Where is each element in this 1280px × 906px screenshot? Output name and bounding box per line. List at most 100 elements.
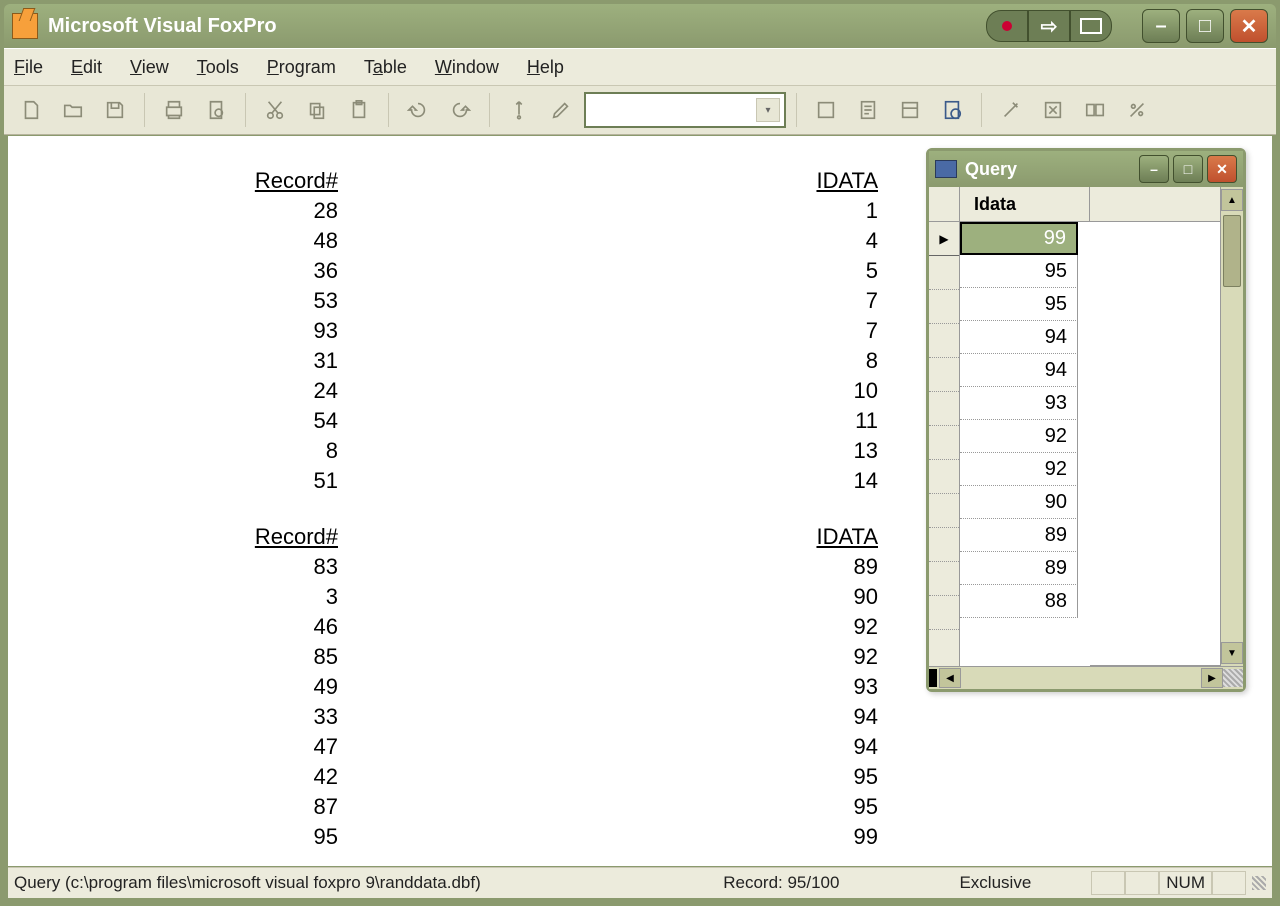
main-window: Microsoft Visual FoxPro ⇨ – □ ✕ File Edi…	[0, 0, 1280, 906]
cut-button[interactable]	[256, 91, 294, 129]
grid-cell[interactable]: 88	[960, 585, 1078, 618]
autoreport-button[interactable]	[933, 91, 971, 129]
scroll-up-icon[interactable]: ▲	[1221, 189, 1243, 211]
grid-empty-area	[1090, 187, 1220, 666]
open-button[interactable]	[54, 91, 92, 129]
title-decoration: ⇨	[986, 10, 1112, 42]
statusbar-grip-icon[interactable]	[1252, 876, 1266, 890]
scroll-left-icon[interactable]: ◀	[939, 668, 961, 688]
column-header-idata[interactable]: Idata	[960, 187, 1090, 222]
new-button[interactable]	[12, 91, 50, 129]
modify-button[interactable]	[542, 91, 580, 129]
status-cell-3	[1212, 871, 1246, 895]
close-button[interactable]: ✕	[1230, 9, 1268, 43]
menubar: File Edit View Tools Program Table Windo…	[4, 48, 1276, 86]
grid-cell[interactable]: 99	[960, 222, 1078, 255]
grid-cell[interactable]: 94	[960, 354, 1078, 387]
row-selector[interactable]	[929, 358, 959, 392]
menu-window[interactable]: Window	[435, 57, 499, 78]
form-button[interactable]	[807, 91, 845, 129]
grid-cell[interactable]: 92	[960, 420, 1078, 453]
wizard1-button[interactable]	[992, 91, 1030, 129]
row-selector[interactable]	[929, 460, 959, 494]
console-row: 8389	[28, 552, 908, 582]
row-selector[interactable]	[929, 324, 959, 358]
scroll-right-icon[interactable]: ▶	[1201, 668, 1223, 688]
wizard3-button[interactable]	[1076, 91, 1114, 129]
grid-cell[interactable]: 94	[960, 321, 1078, 354]
wizard2-button[interactable]	[1034, 91, 1072, 129]
grid-cell[interactable]: 93	[960, 387, 1078, 420]
query-grid[interactable]: ▶ Idata 999595949493929290898988 ▲ ▼	[929, 187, 1243, 666]
row-selector[interactable]	[929, 562, 959, 596]
console-row: 2410	[28, 376, 908, 406]
app-title: Microsoft Visual FoxPro	[48, 15, 277, 38]
console-row: 8592	[28, 642, 908, 672]
status-num: NUM	[1159, 871, 1212, 895]
query-window[interactable]: Query – □ ✕ ▶ Idata 99959594949392929089…	[926, 148, 1246, 692]
row-selector[interactable]	[929, 528, 959, 562]
grid-hscrollbar[interactable]: ◀ ▶	[929, 666, 1243, 689]
run-button[interactable]	[500, 91, 538, 129]
browse-icon	[935, 160, 957, 178]
row-selector[interactable]	[929, 256, 959, 290]
menu-table[interactable]: Table	[364, 57, 407, 78]
minimize-button[interactable]: –	[1142, 9, 1180, 43]
console-row: 8795	[28, 792, 908, 822]
row-selector[interactable]	[929, 426, 959, 460]
row-selector[interactable]: ▶	[929, 222, 959, 256]
print-preview-button[interactable]	[197, 91, 235, 129]
row-selector[interactable]	[929, 392, 959, 426]
row-selector[interactable]	[929, 494, 959, 528]
status-cell-2	[1125, 871, 1159, 895]
redo-button[interactable]	[441, 91, 479, 129]
scroll-thumb[interactable]	[1223, 215, 1241, 287]
menu-program[interactable]: Program	[267, 57, 336, 78]
maximize-button[interactable]: □	[1186, 9, 1224, 43]
status-record: Record: 95/100	[723, 873, 839, 893]
menu-edit[interactable]: Edit	[71, 57, 102, 78]
grid-cell[interactable]: 89	[960, 519, 1078, 552]
query-close-button[interactable]: ✕	[1207, 155, 1237, 183]
statusbar: Query (c:\program files\microsoft visual…	[8, 867, 1272, 898]
grid-cell[interactable]: 92	[960, 453, 1078, 486]
print-button[interactable]	[155, 91, 193, 129]
row-selector-column: ▶	[929, 187, 960, 666]
toolbar: ▾	[4, 86, 1276, 135]
grid-vscrollbar[interactable]: ▲ ▼	[1220, 187, 1243, 666]
save-button[interactable]	[96, 91, 134, 129]
resize-grip-icon[interactable]	[1223, 669, 1243, 687]
chevron-down-icon: ▾	[756, 98, 780, 122]
menu-tools[interactable]: Tools	[197, 57, 239, 78]
scroll-down-icon[interactable]: ▼	[1221, 642, 1243, 664]
console-row: 4295	[28, 762, 908, 792]
console-row: 3394	[28, 702, 908, 732]
wizard4-button[interactable]	[1118, 91, 1156, 129]
grid-cell[interactable]: 89	[960, 552, 1078, 585]
autoform-button[interactable]	[891, 91, 929, 129]
paste-button[interactable]	[340, 91, 378, 129]
idata-column: Idata 999595949493929290898988	[960, 187, 1090, 666]
grid-cell[interactable]: 90	[960, 486, 1078, 519]
menu-view[interactable]: View	[130, 57, 169, 78]
database-combo[interactable]: ▾	[584, 92, 786, 128]
copy-button[interactable]	[298, 91, 336, 129]
query-minimize-button[interactable]: –	[1139, 155, 1169, 183]
undo-button[interactable]	[399, 91, 437, 129]
menu-file[interactable]: File	[14, 57, 43, 78]
grid-cell[interactable]: 95	[960, 255, 1078, 288]
split-handle[interactable]	[929, 669, 937, 687]
grid-cell[interactable]: 95	[960, 288, 1078, 321]
row-selector[interactable]	[929, 596, 959, 630]
menu-help[interactable]: Help	[527, 57, 564, 78]
query-maximize-button[interactable]: □	[1173, 155, 1203, 183]
titlebar[interactable]: Microsoft Visual FoxPro ⇨ – □ ✕	[4, 4, 1276, 48]
row-selector[interactable]	[929, 290, 959, 324]
console-row: 365	[28, 256, 908, 286]
query-titlebar[interactable]: Query – □ ✕	[929, 151, 1243, 187]
console-row: 318	[28, 346, 908, 376]
report-button[interactable]	[849, 91, 887, 129]
console-row: 537	[28, 286, 908, 316]
query-title: Query	[965, 159, 1017, 180]
console-header-record: Record#	[28, 522, 338, 552]
